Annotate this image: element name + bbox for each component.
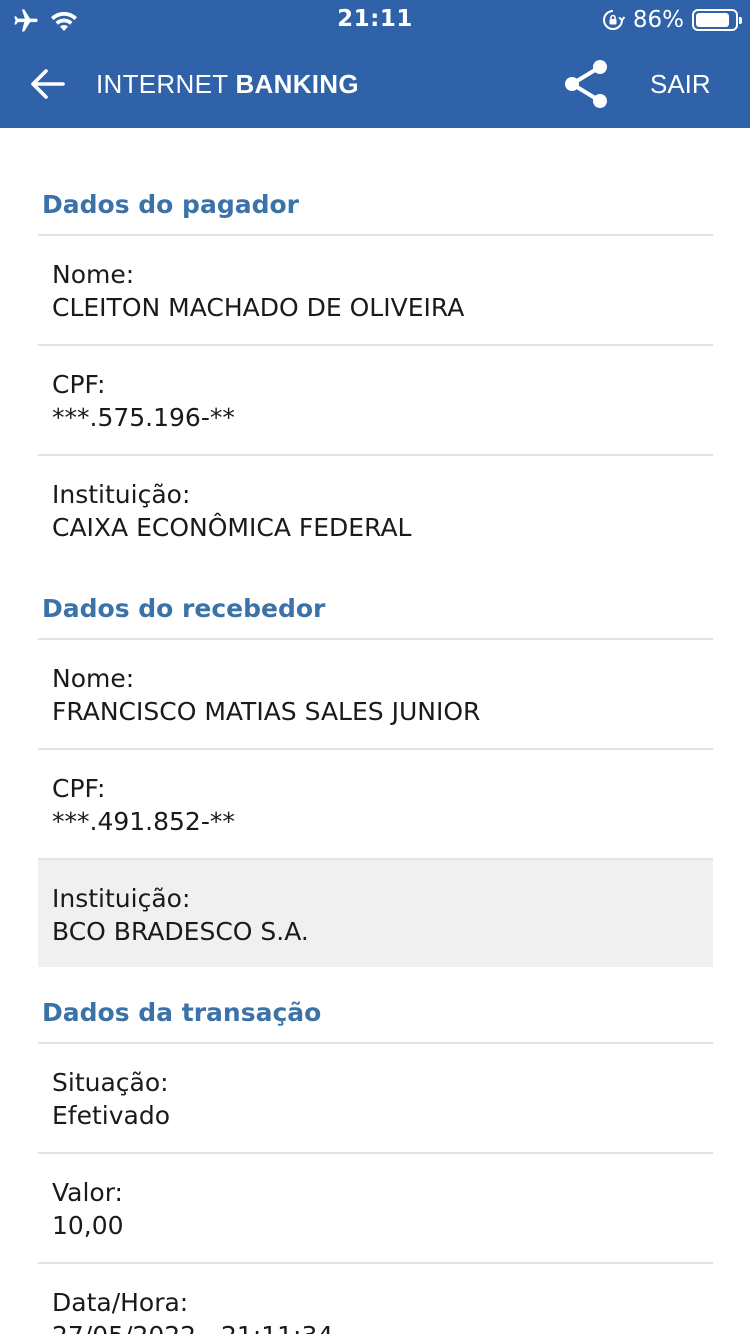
field-value: 27/05/2022 - 21:11:34 — [52, 1321, 333, 1334]
section-title-transaction: Dados da transação — [42, 998, 322, 1027]
field-label: Data/Hora: — [52, 1288, 189, 1317]
share-icon — [562, 58, 610, 110]
title-bold: BANKING — [235, 69, 359, 99]
transaction-status-field: Situação: Efetivado — [38, 1042, 713, 1151]
receiver-institution-field[interactable]: Instituição: BCO BRADESCO S.A. — [38, 858, 713, 967]
back-button[interactable] — [26, 62, 70, 106]
battery-fill — [696, 13, 729, 27]
status-bar: 21:11 86% — [0, 0, 750, 40]
field-label: Situação: — [52, 1068, 169, 1097]
app-screen: 21:11 86% INTERNET BANKING SAIR Dados do… — [0, 0, 750, 1334]
field-label: CPF: — [52, 774, 106, 803]
title-regular: INTERNET — [96, 69, 228, 99]
field-label: Nome: — [52, 664, 135, 693]
transaction-amount-field: Valor: 10,00 — [38, 1152, 713, 1261]
exit-button[interactable]: SAIR — [650, 40, 711, 128]
field-value: BCO BRADESCO S.A. — [52, 917, 309, 946]
field-value: CLEITON MACHADO DE OLIVEIRA — [52, 293, 465, 322]
receiver-name-field: Nome: FRANCISCO MATIAS SALES JUNIOR — [38, 638, 713, 747]
receipt-content: Dados do pagador Nome: CLEITON MACHADO D… — [0, 128, 750, 1334]
field-value: 10,00 — [52, 1211, 124, 1240]
field-value: ***.575.196-** — [52, 403, 235, 432]
field-label: Valor: — [52, 1178, 123, 1207]
battery-percent: 86% — [632, 7, 684, 33]
receiver-cpf-field: CPF: ***.491.852-** — [38, 748, 713, 857]
field-value: CAIXA ECONÔMICA FEDERAL — [52, 513, 412, 542]
payer-cpf-field: CPF: ***.575.196-** — [38, 344, 713, 453]
top-bar: 21:11 86% INTERNET BANKING SAIR — [0, 0, 750, 128]
payer-institution-field: Instituição: CAIXA ECONÔMICA FEDERAL — [38, 454, 713, 563]
app-header: INTERNET BANKING SAIR — [0, 40, 750, 128]
transaction-datetime-field: Data/Hora: 27/05/2022 - 21:11:34 — [38, 1262, 713, 1334]
battery-icon — [692, 9, 742, 31]
field-label: Instituição: — [52, 884, 191, 913]
field-label: Nome: — [52, 260, 135, 289]
field-value: FRANCISCO MATIAS SALES JUNIOR — [52, 697, 481, 726]
back-arrow-icon — [30, 68, 66, 100]
field-value: Efetivado — [52, 1101, 171, 1130]
field-value: ***.491.852-** — [52, 807, 235, 836]
status-right: 86% — [601, 5, 742, 35]
orientation-lock-icon — [601, 8, 626, 32]
field-label: Instituição: — [52, 480, 191, 509]
page-title: INTERNET BANKING — [96, 40, 359, 128]
field-label: CPF: — [52, 370, 106, 399]
section-title-payer: Dados do pagador — [42, 190, 299, 219]
section-title-receiver: Dados do recebedor — [42, 594, 326, 623]
share-button[interactable] — [560, 58, 612, 110]
payer-name-field: Nome: CLEITON MACHADO DE OLIVEIRA — [38, 234, 713, 343]
